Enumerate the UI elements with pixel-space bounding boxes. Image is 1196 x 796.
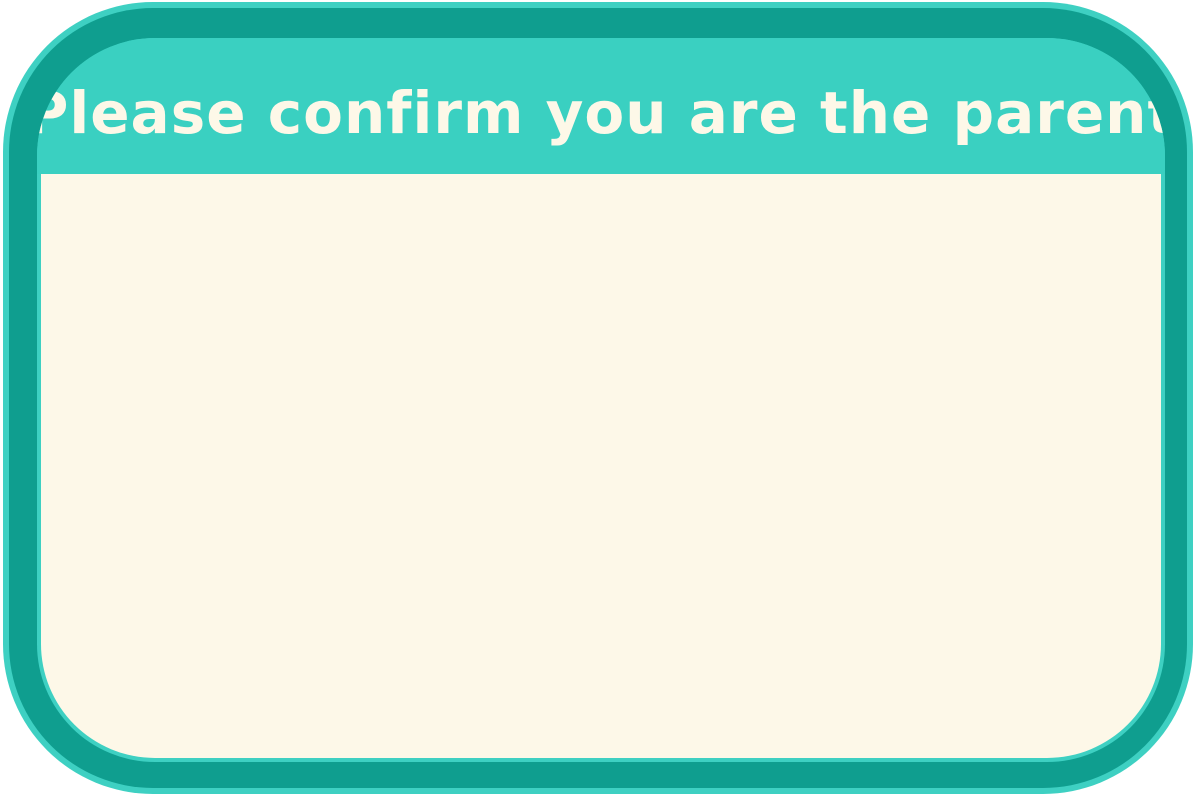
parent-gate-dialog: Please confirm you are the parent	[3, 2, 1193, 794]
dialog-header: Please confirm you are the parent	[37, 38, 1165, 174]
dialog-body	[41, 174, 1161, 758]
dialog-title: Please confirm you are the parent	[37, 79, 1165, 147]
dialog-panel: Please confirm you are the parent	[37, 38, 1165, 762]
